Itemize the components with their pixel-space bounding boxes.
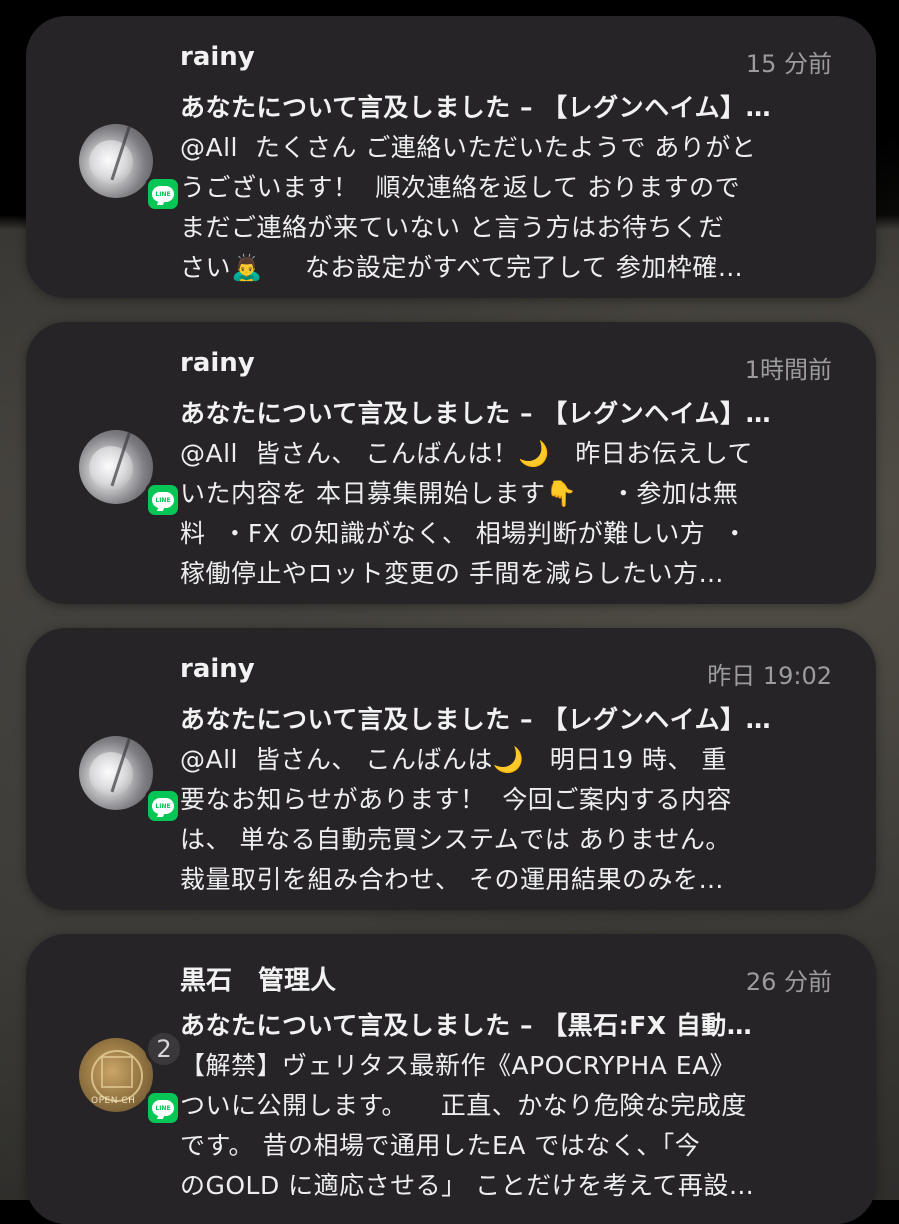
notification-title: あなたについて言及しました – 【レグンヘイム】… xyxy=(180,705,772,734)
notification-stack: LINE rainy 15 分前 あなたについて言及しました – 【レグンヘイム… xyxy=(0,0,899,1224)
sender-name: 黒石 管理人 xyxy=(180,966,337,996)
notification-body: @All 皆さん、 こんばんは！🌙 昨日お伝えして いた内容を 本日募集開始しま… xyxy=(180,439,754,588)
notification-title: あなたについて言及しました – 【レグンヘイム】… xyxy=(180,399,772,428)
sender-name: rainy xyxy=(180,42,255,72)
notification-card[interactable]: OPEN CH 2 LINE 黒石 管理人 26 分前 あなたについて言及しまし… xyxy=(26,934,876,1224)
notification-time: 15 分前 xyxy=(745,50,832,78)
avatar-image: OPEN CH xyxy=(79,1038,153,1112)
avatar-image xyxy=(79,430,153,504)
notification-title: あなたについて言及しました – 【レグンヘイム】… xyxy=(180,93,772,122)
notification-time: 26 分前 xyxy=(745,968,832,996)
sender-avatar: OPEN CH 2 LINE xyxy=(79,1030,183,1126)
sender-avatar: LINE xyxy=(79,736,181,824)
notification-card[interactable]: LINE rainy 1時間前 あなたについて言及しました – 【レグンヘイム】… xyxy=(26,322,876,604)
line-app-icon: LINE xyxy=(145,482,181,518)
line-app-icon: LINE xyxy=(145,176,181,212)
notification-card[interactable]: LINE rainy 15 分前 あなたについて言及しました – 【レグンヘイム… xyxy=(26,16,876,298)
line-app-icon: LINE xyxy=(145,1090,181,1126)
sender-name: rainy xyxy=(180,654,255,684)
notification-time: 昨日 19:02 xyxy=(707,662,832,690)
notification-title: あなたについて言及しました – 【黒石:FX 自動… xyxy=(180,1011,753,1040)
notification-body: @All 皆さん、 こんばんは🌙 明日19 時、 重 要なお知らせがあります！ … xyxy=(180,745,732,894)
notification-body: @All たくさん ご連絡いただいたようで ありがと うございます！ 順次連絡を… xyxy=(180,133,757,282)
avatar-image xyxy=(79,124,153,198)
line-app-icon: LINE xyxy=(145,788,181,824)
notification-card[interactable]: LINE rainy 昨日 19:02 あなたについて言及しました – 【レグン… xyxy=(26,628,876,910)
sender-avatar: LINE xyxy=(79,124,181,212)
sender-avatar: LINE xyxy=(79,430,181,518)
notification-time: 1時間前 xyxy=(744,356,832,384)
avatar-image xyxy=(79,736,153,810)
notification-body: 【解禁】ヴェリタス最新作《APOCRYPHA EA》 ついに公開します。 正直、… xyxy=(180,1051,755,1200)
sender-name: rainy xyxy=(180,348,255,378)
unread-count-badge: 2 xyxy=(145,1030,183,1068)
